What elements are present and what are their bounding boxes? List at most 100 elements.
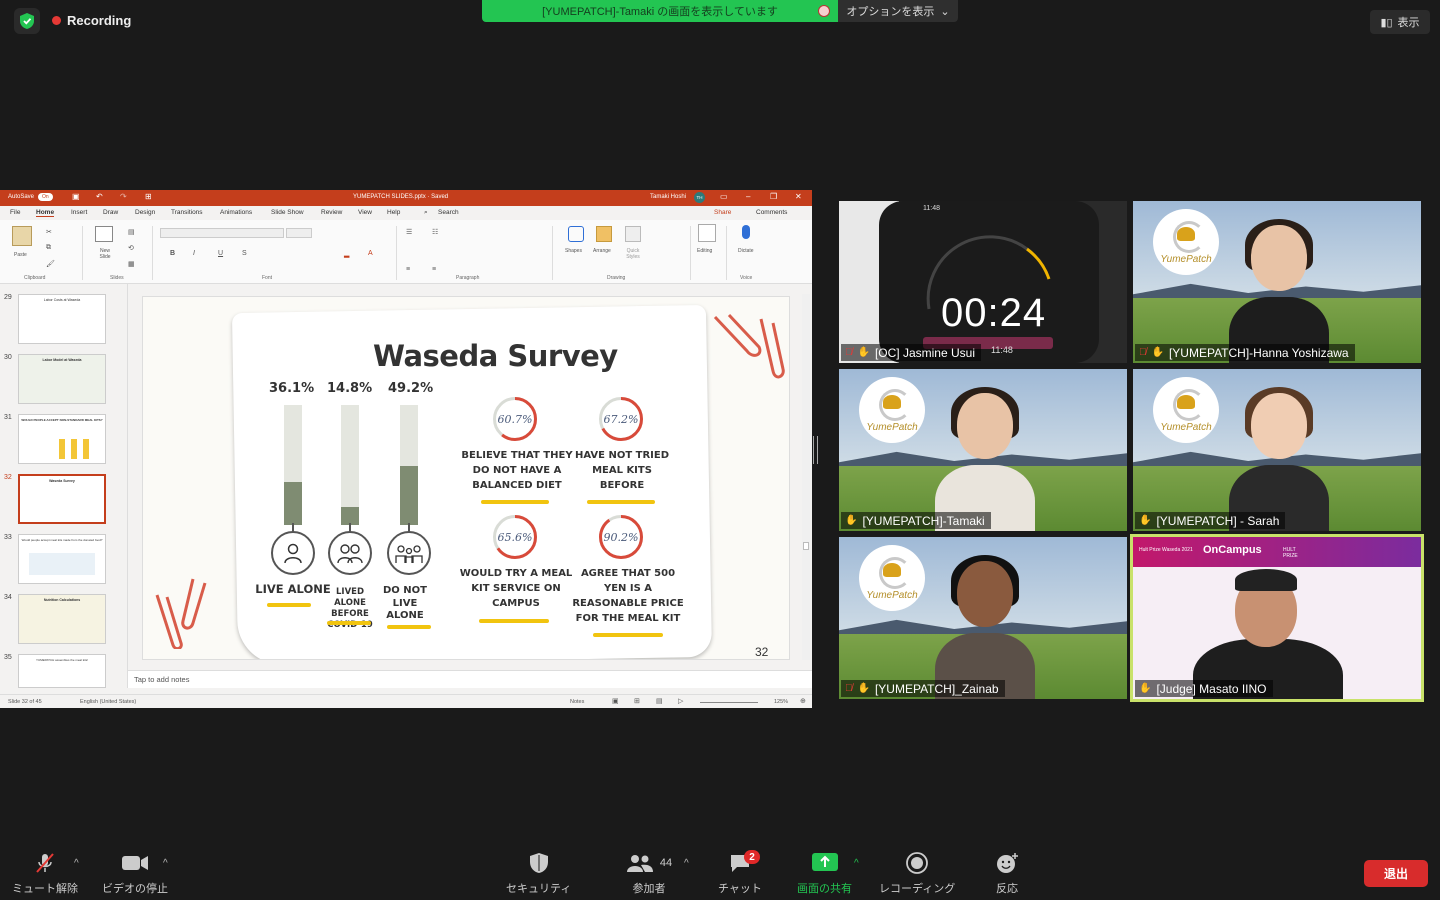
leave-meeting-button[interactable]: 退出 [1364, 860, 1428, 887]
reset-icon[interactable]: ⟲ [128, 244, 134, 252]
view-button[interactable]: ▮▯ 表示 [1370, 10, 1430, 34]
share-screen-button[interactable]: 画面の共有 [797, 852, 852, 896]
new-slide-icon[interactable] [95, 226, 113, 242]
bold-icon[interactable]: B [170, 250, 175, 257]
shadow-icon[interactable]: S [242, 250, 247, 257]
menu-review[interactable]: Review [321, 209, 342, 216]
video-tile-hanna[interactable]: YumePatch 🎙̸ ✋ [YUMEPATCH]-Hanna Yoshiza… [1133, 201, 1421, 363]
format-painter-icon[interactable]: 🖌 [46, 260, 55, 268]
menu-view[interactable]: View [358, 209, 372, 216]
menu-design[interactable]: Design [135, 209, 155, 216]
ring-arc [599, 515, 643, 559]
menu-home[interactable]: Home [36, 209, 55, 217]
redo-icon[interactable]: ↷ [120, 192, 127, 201]
numbering-icon[interactable]: ☷ [432, 228, 438, 236]
video-tile-sarah[interactable]: YumePatch ✋ [YUMEPATCH] - Sarah [1133, 369, 1421, 531]
video-options-caret-icon[interactable]: ^ [163, 858, 168, 869]
bullets-icon[interactable]: ☰ [406, 228, 412, 236]
share-options-caret-icon[interactable]: ^ [854, 858, 859, 869]
video-tile-tamaki[interactable]: YumePatch ✋ [YUMEPATCH]-Tamaki [839, 369, 1127, 531]
close-icon[interactable]: ✕ [795, 192, 802, 201]
menu-animations[interactable]: Animations [220, 209, 252, 216]
stop-share-icon[interactable] [818, 5, 830, 17]
security-button[interactable]: セキュリティ [506, 852, 571, 896]
italic-icon[interactable]: I [193, 250, 195, 257]
font-size-dropdown[interactable] [286, 228, 312, 238]
menu-file[interactable]: File [10, 209, 20, 216]
dictate-mic-icon[interactable] [742, 225, 750, 239]
slide-thumbnail-35[interactable]: YUMEPATCH assembles the meal kits! [18, 654, 106, 688]
cut-icon[interactable]: ✂ [46, 228, 52, 236]
align-center-icon[interactable]: ≡ [432, 266, 436, 273]
section-icon[interactable]: ▦ [128, 260, 135, 268]
autosave-toggle[interactable]: On [38, 193, 53, 201]
split-divider-handle[interactable] [813, 436, 818, 464]
quick-styles-icon[interactable] [625, 226, 641, 242]
ring-not-tried-meal-kits: 67.2% [599, 397, 643, 441]
paste-icon[interactable] [12, 226, 32, 246]
slide-scrollbar[interactable] [802, 294, 810, 660]
view-label: 表示 [1397, 17, 1420, 29]
participants-options-caret-icon[interactable]: ^ [684, 858, 689, 869]
restore-icon[interactable]: ❐ [770, 192, 777, 201]
reactions-button[interactable]: 反応 [993, 852, 1021, 896]
slide-thumbnail-34[interactable]: Nutrition Calculations [18, 594, 106, 644]
slide-thumbnail-32[interactable]: Waseda Survey [18, 474, 106, 524]
video-tile-judge[interactable]: Hult Prize Waseda 2021 OnCampus HULT PRI… [1130, 534, 1424, 702]
font-color-icon[interactable]: A [368, 250, 373, 257]
zoom-slider[interactable] [700, 702, 758, 703]
slide-thumbnail-29[interactable]: Labor Costs at Waseda [18, 294, 106, 344]
present-icon[interactable]: ⊞ [145, 192, 152, 201]
menu-slide-show[interactable]: Slide Show [271, 209, 304, 216]
layout-icon[interactable]: ▤ [128, 228, 135, 236]
recording-indicator[interactable]: Recording [52, 13, 131, 28]
slide-canvas[interactable]: Waseda Survey 36.1% 14.8% 49.2% LIVE ALO… [142, 296, 790, 660]
slideshow-icon[interactable]: ▷ [678, 697, 683, 705]
slide-thumbnail-30[interactable]: Labor Model at Waseda [18, 354, 106, 404]
slide-thumbnail-31[interactable]: WOULD PEOPLE ACCEPT NON-STANDARD MEAL KI… [18, 414, 106, 464]
menu-search[interactable]: Search [438, 209, 459, 216]
editing-icon[interactable] [698, 224, 716, 242]
underline-icon[interactable]: U [218, 250, 223, 257]
view-options-button[interactable]: オプションを表示 ⌄ [838, 0, 958, 22]
arrange-icon[interactable] [596, 226, 612, 242]
unmute-button[interactable]: ミュート解除 [12, 852, 78, 896]
normal-view-icon[interactable]: ▣ [612, 697, 619, 705]
undo-icon[interactable]: ↶ [96, 192, 103, 201]
slide-sorter-icon[interactable]: ⊞ [634, 697, 640, 705]
notes-toggle[interactable]: Notes [570, 699, 584, 705]
participant-name: [YUMEPATCH]_Zainab [874, 681, 999, 696]
user-avatar[interactable]: TH [694, 192, 705, 203]
font-name-dropdown[interactable] [160, 228, 284, 238]
save-icon[interactable]: ▣ [72, 192, 80, 201]
autosave-label: AutoSave [8, 194, 35, 200]
menu-help[interactable]: Help [387, 209, 400, 216]
video-tile-zainab[interactable]: YumePatch 🎙̸ ✋ [YUMEPATCH]_Zainab [839, 537, 1127, 699]
security-shield-icon[interactable] [14, 8, 40, 34]
shapes-icon[interactable] [568, 226, 584, 242]
menu-transitions[interactable]: Transitions [171, 209, 203, 216]
reading-view-icon[interactable]: ▤ [656, 697, 663, 705]
share-button[interactable]: Share [714, 209, 731, 216]
video-tile-jasmine[interactable]: 11:48 00:24 11:48 🎙̸ ✋ [OC] Jasmine Usui [839, 201, 1127, 363]
ring-label-balanced-diet: BELIEVE THAT THEY DO NOT HAVE A BALANCED… [461, 450, 573, 491]
comments-button[interactable]: Comments [756, 209, 787, 216]
zoom-level[interactable]: 125% [774, 699, 788, 705]
highlight-icon[interactable]: ▂ [344, 250, 349, 258]
ribbon-display-icon[interactable]: ▭ [720, 192, 728, 201]
ppt-file-title[interactable]: YUMEPATCH SLIDES.pptx · Saved [353, 194, 448, 200]
align-left-icon[interactable]: ≡ [406, 266, 410, 273]
menu-draw[interactable]: Draw [103, 209, 118, 216]
audio-options-caret-icon[interactable]: ^ [74, 858, 79, 869]
minimize-icon[interactable]: – [746, 192, 750, 201]
stop-video-button[interactable]: ビデオの停止 [102, 852, 168, 896]
copy-icon[interactable]: ⧉ [46, 244, 51, 252]
slide-thumbnail-33[interactable]: Would people accept meal kits made from … [18, 534, 106, 584]
menu-insert[interactable]: Insert [71, 209, 87, 216]
recording-button[interactable]: レコーディング [879, 852, 955, 896]
fit-slide-icon[interactable]: ⊕ [800, 697, 806, 705]
language-status[interactable]: English (United States) [80, 699, 136, 705]
participants-button[interactable]: 44 参加者 [624, 852, 674, 896]
notes-pane[interactable]: Tap to add notes [128, 670, 812, 688]
search-icon[interactable]: ⌕ [424, 209, 428, 217]
